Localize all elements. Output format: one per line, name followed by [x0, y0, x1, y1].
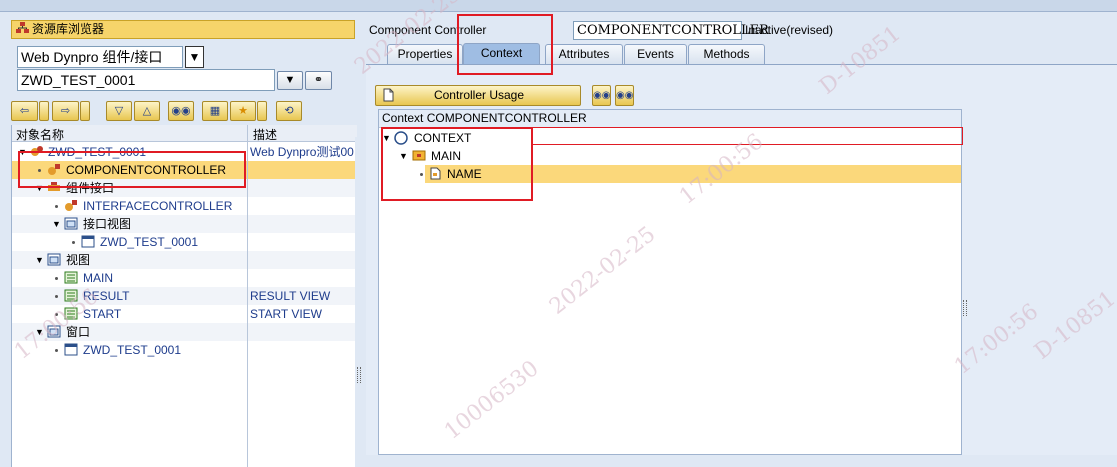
leaf-bullet	[55, 295, 58, 298]
tree-item-label: 视图	[66, 253, 91, 267]
controller-icon	[65, 200, 77, 211]
window-icon	[64, 343, 78, 356]
expand-triangle-icon[interactable]: ▼	[52, 215, 61, 233]
tree-item-description: RESULT VIEW	[250, 289, 331, 303]
annotation-box-componentcontroller	[18, 151, 246, 188]
tree-row-interface-view-window[interactable]: ZWD_TEST_0001	[12, 233, 357, 251]
forward-history-button[interactable]	[80, 101, 90, 121]
tree-item-label: ZWD_TEST_0001	[100, 235, 199, 249]
hierarchy-button[interactable]: ▦	[202, 101, 228, 121]
tree-row-window[interactable]: ZWD_TEST_0001	[12, 341, 357, 359]
expand-icon: ▽	[114, 105, 124, 117]
tab-events[interactable]: Events	[624, 44, 687, 65]
status-text: Inactive(revised)	[745, 23, 834, 37]
tree-row-interfacecontroller[interactable]: INTERFACECONTROLLER	[12, 197, 357, 215]
repository-browser-pane: 资源库浏览器 Web Dynpro 组件/接口 ▼ ZWD_TEST_0001 …	[0, 12, 368, 467]
repository-browser-title: 资源库浏览器	[32, 22, 105, 36]
leaf-bullet	[55, 313, 58, 316]
star-icon: ★	[238, 105, 248, 117]
tree-row-views[interactable]: ▼ 视图	[12, 251, 357, 269]
controller-usage-button[interactable]: Controller Usage	[375, 85, 581, 106]
tree-row-view-main[interactable]: MAIN	[12, 269, 357, 287]
find-button[interactable]: ◉◉	[168, 101, 194, 121]
object-history-dropdown-button[interactable]: ▼	[277, 71, 303, 90]
top-toolbar-strip	[0, 0, 1117, 12]
arrow-left-icon: ⇦	[19, 105, 30, 117]
tree-item-label: 接口视图	[83, 217, 132, 231]
view-icon	[64, 271, 78, 284]
tree-item-description: Web Dynpro测试00	[250, 145, 354, 159]
tree-item-label: 窗口	[66, 325, 91, 339]
expand-triangle-icon[interactable]: ▼	[35, 251, 44, 269]
glasses-icon: ⚭	[313, 74, 324, 86]
object-type-dropdown-arrow[interactable]: ▼	[185, 46, 204, 68]
display-object-button[interactable]: ⚭	[305, 71, 332, 90]
tree-item-label: RESULT	[83, 289, 130, 303]
leaf-bullet	[55, 205, 58, 208]
view-icon	[64, 307, 78, 320]
column-header-description[interactable]: 描述	[253, 126, 277, 143]
object-type-select[interactable]: Web Dynpro 组件/接口	[17, 46, 183, 68]
leaf-bullet	[72, 241, 75, 244]
controller-usage-label: Controller Usage	[433, 88, 525, 102]
favorites-menu-button[interactable]	[257, 101, 267, 121]
chevron-down-icon: ▼	[284, 74, 296, 86]
window-icon	[81, 235, 95, 248]
hierarchy-icon: ▦	[209, 105, 221, 117]
tree-row-interface-views[interactable]: ▼ 接口视图	[12, 215, 357, 233]
collapse-all-button[interactable]: △	[134, 101, 160, 121]
forward-button[interactable]: ⇨	[52, 101, 79, 121]
annotation-box-context-tree	[381, 127, 533, 201]
binoculars-next-icon: ◉◉	[616, 90, 634, 101]
object-tree-header: 对象名称 描述	[12, 125, 357, 142]
back-button[interactable]: ⇦	[11, 101, 38, 121]
repository-browser-header[interactable]: 资源库浏览器	[11, 20, 355, 39]
annotation-box-context-row	[533, 127, 963, 145]
hierarchy-icon	[16, 22, 29, 33]
tree-row-view-result[interactable]: RESULT RESULT VIEW	[12, 287, 357, 305]
refresh-icon: ⟲	[284, 105, 294, 117]
object-name-input[interactable]: ZWD_TEST_0001	[17, 69, 275, 91]
tree-item-label: MAIN	[83, 271, 113, 285]
controller-name-field[interactable]: COMPONENTCONTROLLER	[573, 21, 769, 40]
collapse-icon: △	[142, 105, 152, 117]
tab-methods[interactable]: Methods	[688, 44, 765, 65]
leaf-bullet	[55, 349, 58, 352]
find-in-context-button[interactable]: ◉◉	[592, 85, 611, 106]
splitter-grip[interactable]	[963, 300, 967, 316]
back-history-button[interactable]	[39, 101, 49, 121]
annotation-box-context-tab	[457, 14, 553, 75]
tree-row-view-start[interactable]: START START VIEW	[12, 305, 357, 323]
folder-icon	[47, 325, 61, 338]
expand-triangle-icon[interactable]: ▼	[35, 323, 44, 341]
chevron-down-icon: ▼	[188, 50, 201, 64]
column-separator[interactable]	[247, 125, 248, 467]
column-header-object-name[interactable]: 对象名称	[16, 126, 64, 143]
tree-item-description: START VIEW	[250, 307, 323, 321]
tree-row-windows[interactable]: ▼ 窗口	[12, 323, 357, 341]
folder-icon	[47, 253, 61, 266]
find-next-button[interactable]: ◉◉	[615, 85, 634, 106]
expand-all-button[interactable]: ▽	[106, 101, 132, 121]
tree-item-label: ZWD_TEST_0001	[83, 343, 182, 357]
view-icon	[64, 289, 78, 302]
favorites-button[interactable]: ★	[230, 101, 256, 121]
tree-item-label: START	[83, 307, 122, 321]
splitter-grip[interactable]	[357, 367, 361, 383]
leaf-bullet	[55, 277, 58, 280]
binoculars-icon: ◉◉	[171, 105, 191, 117]
binoculars-icon: ◉◉	[593, 90, 611, 101]
tab-properties[interactable]: Properties	[387, 44, 463, 65]
arrow-right-icon: ⇨	[60, 105, 71, 117]
folder-icon	[64, 217, 78, 230]
pane-splitter[interactable]	[355, 137, 364, 467]
tree-item-label: INTERFACECONTROLLER	[83, 199, 233, 213]
tab-attributes[interactable]: Attributes	[545, 44, 623, 65]
refresh-button[interactable]: ⟲	[276, 101, 302, 121]
context-tree-header: Context COMPONENTCONTROLLER	[379, 110, 961, 128]
